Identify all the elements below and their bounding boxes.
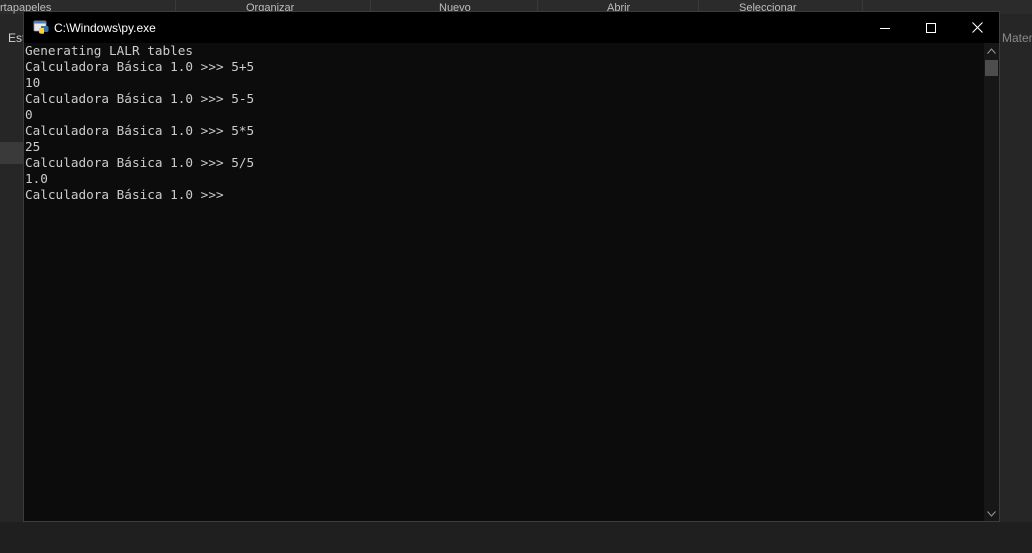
console-window[interactable]: C:\Windows\py.exe Generating LALR tables…: [23, 11, 1000, 522]
python-launcher-icon[interactable]: [33, 19, 49, 35]
console-scrollbar[interactable]: [984, 43, 999, 521]
explorer-right-tab: Matem: [1002, 31, 1032, 45]
explorer-bottom-area: [0, 522, 1032, 553]
console-line: Generating LALR tables: [25, 43, 194, 58]
console-line: Calculadora Básica 1.0 >>> 5+5: [25, 59, 255, 74]
chevron-down-icon: [987, 510, 996, 517]
window-titlebar[interactable]: C:\Windows\py.exe: [24, 12, 999, 43]
chevron-up-icon: [987, 47, 996, 54]
console-line: Calculadora Básica 1.0 >>> 5/5: [25, 155, 255, 170]
scroll-down-button[interactable]: [984, 506, 999, 521]
close-button[interactable]: [954, 12, 1000, 43]
explorer-right-pane: Matem: [1000, 14, 1032, 553]
window-title: C:\Windows\py.exe: [54, 21, 156, 35]
close-icon: [971, 22, 983, 33]
explorer-selected-row: [0, 142, 24, 164]
console-line: Calculadora Básica 1.0 >>> 5*5: [25, 123, 255, 138]
console-prompt-line[interactable]: Calculadora Básica 1.0 >>>: [25, 187, 984, 203]
console-line: 1.0: [25, 171, 48, 186]
console-output[interactable]: Generating LALR tables Calculadora Básica…: [24, 43, 984, 521]
scroll-up-button[interactable]: [984, 43, 999, 58]
maximize-icon: [926, 22, 936, 33]
console-line: 10: [25, 75, 41, 90]
explorer-left-pane: Est: [0, 14, 25, 553]
minimize-icon: [880, 27, 890, 29]
scroll-thumb[interactable]: [985, 60, 998, 76]
console-line: 0: [25, 107, 33, 122]
minimize-button[interactable]: [862, 12, 908, 43]
maximize-button[interactable]: [908, 12, 954, 43]
console-line: Calculadora Básica 1.0 >>> 5-5: [25, 91, 255, 106]
console-line: 25: [25, 139, 41, 154]
